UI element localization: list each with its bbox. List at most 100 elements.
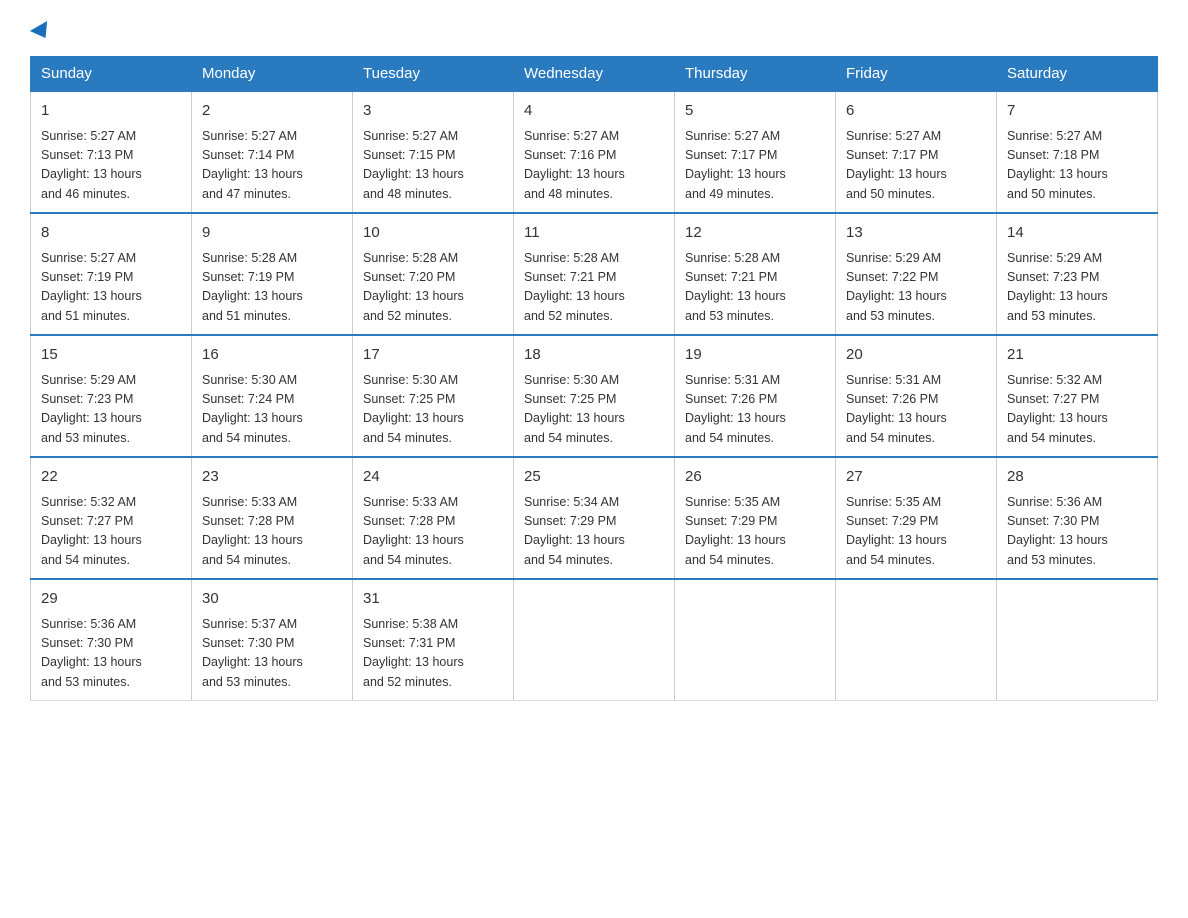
- calendar-cell: 16 Sunrise: 5:30 AM Sunset: 7:24 PM Dayl…: [192, 335, 353, 457]
- day-number: 24: [363, 466, 503, 489]
- calendar-cell: 27 Sunrise: 5:35 AM Sunset: 7:29 PM Dayl…: [836, 457, 997, 579]
- day-number: 17: [363, 344, 503, 367]
- calendar-cell: 12 Sunrise: 5:28 AM Sunset: 7:21 PM Dayl…: [675, 213, 836, 335]
- calendar-cell: 14 Sunrise: 5:29 AM Sunset: 7:23 PM Dayl…: [997, 213, 1158, 335]
- day-number: 9: [202, 222, 342, 245]
- day-number: 10: [363, 222, 503, 245]
- day-number: 16: [202, 344, 342, 367]
- day-info: Sunrise: 5:31 AM Sunset: 7:26 PM Dayligh…: [685, 371, 825, 449]
- calendar-cell: 29 Sunrise: 5:36 AM Sunset: 7:30 PM Dayl…: [31, 579, 192, 701]
- day-info: Sunrise: 5:29 AM Sunset: 7:22 PM Dayligh…: [846, 249, 986, 327]
- day-info: Sunrise: 5:36 AM Sunset: 7:30 PM Dayligh…: [1007, 493, 1147, 571]
- day-number: 2: [202, 100, 342, 123]
- calendar-header-saturday: Saturday: [997, 57, 1158, 92]
- day-number: 15: [41, 344, 181, 367]
- day-info: Sunrise: 5:27 AM Sunset: 7:17 PM Dayligh…: [685, 127, 825, 205]
- day-info: Sunrise: 5:27 AM Sunset: 7:19 PM Dayligh…: [41, 249, 181, 327]
- logo: [30, 20, 52, 41]
- calendar-cell: 4 Sunrise: 5:27 AM Sunset: 7:16 PM Dayli…: [514, 91, 675, 213]
- day-info: Sunrise: 5:28 AM Sunset: 7:19 PM Dayligh…: [202, 249, 342, 327]
- calendar-header-sunday: Sunday: [31, 57, 192, 92]
- day-info: Sunrise: 5:27 AM Sunset: 7:13 PM Dayligh…: [41, 127, 181, 205]
- day-info: Sunrise: 5:38 AM Sunset: 7:31 PM Dayligh…: [363, 615, 503, 693]
- day-number: 22: [41, 466, 181, 489]
- day-info: Sunrise: 5:28 AM Sunset: 7:20 PM Dayligh…: [363, 249, 503, 327]
- logo-triangle-icon: [30, 21, 54, 43]
- calendar-week-3: 15 Sunrise: 5:29 AM Sunset: 7:23 PM Dayl…: [31, 335, 1158, 457]
- day-info: Sunrise: 5:27 AM Sunset: 7:18 PM Dayligh…: [1007, 127, 1147, 205]
- calendar-cell: [514, 579, 675, 701]
- calendar-cell: 13 Sunrise: 5:29 AM Sunset: 7:22 PM Dayl…: [836, 213, 997, 335]
- calendar-cell: 1 Sunrise: 5:27 AM Sunset: 7:13 PM Dayli…: [31, 91, 192, 213]
- day-info: Sunrise: 5:32 AM Sunset: 7:27 PM Dayligh…: [1007, 371, 1147, 449]
- day-info: Sunrise: 5:33 AM Sunset: 7:28 PM Dayligh…: [202, 493, 342, 571]
- calendar-cell: 10 Sunrise: 5:28 AM Sunset: 7:20 PM Dayl…: [353, 213, 514, 335]
- day-number: 4: [524, 100, 664, 123]
- calendar-cell: 11 Sunrise: 5:28 AM Sunset: 7:21 PM Dayl…: [514, 213, 675, 335]
- calendar-cell: 17 Sunrise: 5:30 AM Sunset: 7:25 PM Dayl…: [353, 335, 514, 457]
- calendar-cell: 21 Sunrise: 5:32 AM Sunset: 7:27 PM Dayl…: [997, 335, 1158, 457]
- calendar-week-5: 29 Sunrise: 5:36 AM Sunset: 7:30 PM Dayl…: [31, 579, 1158, 701]
- calendar-cell: 15 Sunrise: 5:29 AM Sunset: 7:23 PM Dayl…: [31, 335, 192, 457]
- day-info: Sunrise: 5:27 AM Sunset: 7:14 PM Dayligh…: [202, 127, 342, 205]
- calendar-cell: 8 Sunrise: 5:27 AM Sunset: 7:19 PM Dayli…: [31, 213, 192, 335]
- day-number: 25: [524, 466, 664, 489]
- calendar-cell: 19 Sunrise: 5:31 AM Sunset: 7:26 PM Dayl…: [675, 335, 836, 457]
- calendar-cell: 6 Sunrise: 5:27 AM Sunset: 7:17 PM Dayli…: [836, 91, 997, 213]
- calendar-header-wednesday: Wednesday: [514, 57, 675, 92]
- day-info: Sunrise: 5:27 AM Sunset: 7:15 PM Dayligh…: [363, 127, 503, 205]
- day-number: 8: [41, 222, 181, 245]
- day-number: 3: [363, 100, 503, 123]
- calendar-cell: 5 Sunrise: 5:27 AM Sunset: 7:17 PM Dayli…: [675, 91, 836, 213]
- calendar-cell: 26 Sunrise: 5:35 AM Sunset: 7:29 PM Dayl…: [675, 457, 836, 579]
- calendar-cell: 2 Sunrise: 5:27 AM Sunset: 7:14 PM Dayli…: [192, 91, 353, 213]
- day-info: Sunrise: 5:30 AM Sunset: 7:24 PM Dayligh…: [202, 371, 342, 449]
- calendar-cell: 24 Sunrise: 5:33 AM Sunset: 7:28 PM Dayl…: [353, 457, 514, 579]
- day-number: 12: [685, 222, 825, 245]
- day-info: Sunrise: 5:35 AM Sunset: 7:29 PM Dayligh…: [685, 493, 825, 571]
- calendar-header-monday: Monday: [192, 57, 353, 92]
- calendar-header-friday: Friday: [836, 57, 997, 92]
- day-info: Sunrise: 5:29 AM Sunset: 7:23 PM Dayligh…: [1007, 249, 1147, 327]
- day-number: 13: [846, 222, 986, 245]
- calendar-week-4: 22 Sunrise: 5:32 AM Sunset: 7:27 PM Dayl…: [31, 457, 1158, 579]
- day-number: 28: [1007, 466, 1147, 489]
- day-number: 26: [685, 466, 825, 489]
- day-number: 21: [1007, 344, 1147, 367]
- day-number: 6: [846, 100, 986, 123]
- day-info: Sunrise: 5:30 AM Sunset: 7:25 PM Dayligh…: [363, 371, 503, 449]
- calendar-week-2: 8 Sunrise: 5:27 AM Sunset: 7:19 PM Dayli…: [31, 213, 1158, 335]
- day-info: Sunrise: 5:27 AM Sunset: 7:16 PM Dayligh…: [524, 127, 664, 205]
- day-info: Sunrise: 5:37 AM Sunset: 7:30 PM Dayligh…: [202, 615, 342, 693]
- day-info: Sunrise: 5:28 AM Sunset: 7:21 PM Dayligh…: [685, 249, 825, 327]
- day-number: 14: [1007, 222, 1147, 245]
- day-number: 20: [846, 344, 986, 367]
- calendar-week-1: 1 Sunrise: 5:27 AM Sunset: 7:13 PM Dayli…: [31, 91, 1158, 213]
- day-number: 5: [685, 100, 825, 123]
- logo-general-text: [30, 20, 52, 46]
- day-number: 7: [1007, 100, 1147, 123]
- day-info: Sunrise: 5:31 AM Sunset: 7:26 PM Dayligh…: [846, 371, 986, 449]
- day-info: Sunrise: 5:34 AM Sunset: 7:29 PM Dayligh…: [524, 493, 664, 571]
- day-number: 18: [524, 344, 664, 367]
- calendar-header-tuesday: Tuesday: [353, 57, 514, 92]
- calendar-cell: 9 Sunrise: 5:28 AM Sunset: 7:19 PM Dayli…: [192, 213, 353, 335]
- calendar-cell: 31 Sunrise: 5:38 AM Sunset: 7:31 PM Dayl…: [353, 579, 514, 701]
- day-number: 31: [363, 588, 503, 611]
- calendar-cell: 25 Sunrise: 5:34 AM Sunset: 7:29 PM Dayl…: [514, 457, 675, 579]
- calendar-cell: 22 Sunrise: 5:32 AM Sunset: 7:27 PM Dayl…: [31, 457, 192, 579]
- calendar-cell: 7 Sunrise: 5:27 AM Sunset: 7:18 PM Dayli…: [997, 91, 1158, 213]
- day-info: Sunrise: 5:35 AM Sunset: 7:29 PM Dayligh…: [846, 493, 986, 571]
- day-number: 1: [41, 100, 181, 123]
- calendar-cell: 20 Sunrise: 5:31 AM Sunset: 7:26 PM Dayl…: [836, 335, 997, 457]
- day-number: 11: [524, 222, 664, 245]
- day-info: Sunrise: 5:30 AM Sunset: 7:25 PM Dayligh…: [524, 371, 664, 449]
- day-info: Sunrise: 5:36 AM Sunset: 7:30 PM Dayligh…: [41, 615, 181, 693]
- day-info: Sunrise: 5:33 AM Sunset: 7:28 PM Dayligh…: [363, 493, 503, 571]
- calendar-cell: [836, 579, 997, 701]
- day-number: 23: [202, 466, 342, 489]
- day-info: Sunrise: 5:27 AM Sunset: 7:17 PM Dayligh…: [846, 127, 986, 205]
- page-header: [30, 20, 1158, 41]
- calendar-table: SundayMondayTuesdayWednesdayThursdayFrid…: [30, 56, 1158, 701]
- calendar-cell: 30 Sunrise: 5:37 AM Sunset: 7:30 PM Dayl…: [192, 579, 353, 701]
